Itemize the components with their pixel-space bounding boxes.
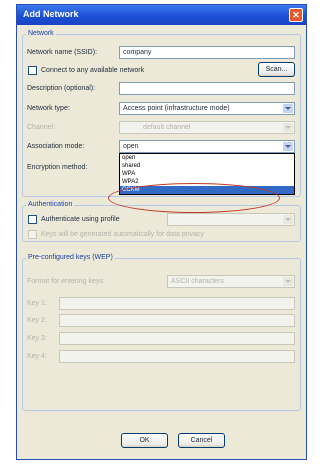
network-type-label: Network type:	[27, 105, 70, 112]
network-group-label: Network	[26, 30, 56, 37]
key-4-field	[59, 350, 295, 363]
title-bar[interactable]: Add Network ✕	[17, 5, 306, 25]
key-3-label: Key 3:	[27, 335, 47, 342]
chevron-down-icon[interactable]	[283, 142, 293, 151]
chevron-down-icon	[283, 277, 293, 286]
description-field[interactable]	[119, 82, 295, 95]
keys-auto-checkbox	[28, 230, 37, 239]
description-label: Description (optional):	[27, 85, 96, 92]
wep-group-label: Pre-configured keys (WEP)	[26, 254, 115, 261]
chevron-down-icon	[283, 123, 293, 132]
channel-value: default channel	[143, 124, 191, 131]
channel-select: default channel	[119, 121, 295, 134]
key-format-select: ASCII characters	[167, 275, 295, 288]
window-title: Add Network	[23, 9, 79, 19]
keys-auto-label: Keys will be generated automatically for…	[41, 231, 205, 238]
key-format-label: Format for entering keys:	[27, 278, 105, 285]
scan-button[interactable]: Scan...	[258, 62, 295, 77]
ok-button[interactable]: OK	[121, 433, 168, 448]
key-4-label: Key 4:	[27, 353, 47, 360]
association-select[interactable]: open	[119, 140, 295, 153]
network-type-select[interactable]: Access point (infrastructure mode)	[119, 102, 295, 115]
encryption-label: Encryption method:	[27, 164, 88, 171]
connect-any-checkbox[interactable]	[28, 66, 37, 75]
use-profile-label: Authenticate using profile	[41, 216, 120, 223]
association-value: open	[123, 143, 139, 150]
ssid-field[interactable]: company	[119, 46, 295, 59]
key-2-label: Key 2:	[27, 317, 47, 324]
key-1-field	[59, 297, 295, 310]
chevron-down-icon	[283, 215, 293, 224]
connect-any-label: Connect to any available network	[41, 67, 145, 74]
network-type-value: Access point (infrastructure mode)	[123, 105, 230, 112]
profile-select	[167, 213, 295, 226]
dropdown-option[interactable]: WPA	[120, 170, 294, 178]
dropdown-option[interactable]: open	[120, 154, 294, 162]
close-icon[interactable]: ✕	[289, 8, 303, 22]
add-network-dialog: Add Network ✕ Network Network name (SSID…	[16, 4, 307, 460]
highlight-ellipse	[108, 183, 280, 213]
authentication-group-label: Authentication	[26, 201, 75, 208]
cancel-button[interactable]: Cancel	[178, 433, 225, 448]
use-profile-checkbox[interactable]	[28, 215, 37, 224]
key-format-value: ASCII characters	[171, 278, 224, 285]
association-label: Association mode:	[27, 143, 85, 150]
key-3-field	[59, 332, 295, 345]
key-1-label: Key 1:	[27, 300, 47, 307]
dropdown-option[interactable]: shared	[120, 162, 294, 170]
ssid-label: Network name (SSID):	[27, 49, 98, 56]
chevron-down-icon[interactable]	[283, 104, 293, 113]
key-2-field	[59, 314, 295, 327]
channel-label: Channel:	[27, 124, 56, 131]
